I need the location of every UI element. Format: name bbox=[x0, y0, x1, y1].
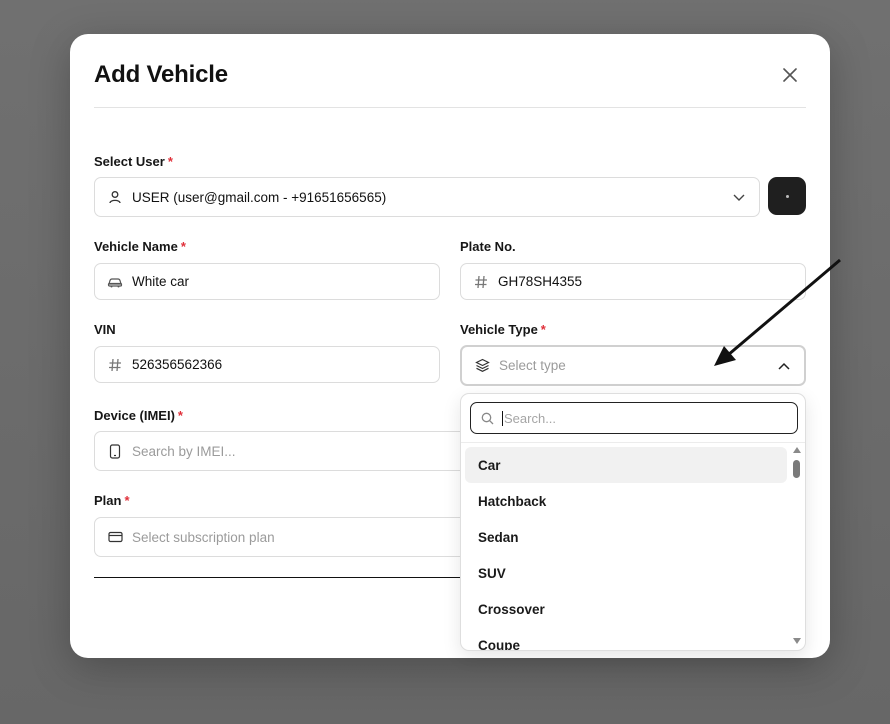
car-icon bbox=[107, 274, 123, 290]
vehicle-type-dropdown: Search... Car Hatchback Sedan SUV Crossover C… bbox=[460, 393, 806, 651]
vehicle-name-value: White car bbox=[132, 274, 190, 289]
text-caret bbox=[502, 410, 503, 426]
device-imei-input[interactable]: Search by IMEI... bbox=[94, 431, 494, 471]
vehicle-type-option[interactable]: Car bbox=[465, 447, 787, 483]
vehicle-name-input[interactable]: White car bbox=[94, 263, 440, 300]
hash-icon bbox=[107, 357, 123, 373]
vehicle-type-option[interactable]: Hatchback bbox=[465, 483, 787, 519]
plan-placeholder: Select subscription plan bbox=[132, 529, 275, 545]
vehicle-type-option[interactable]: Coupe bbox=[465, 627, 787, 651]
vehicle-type-option[interactable]: SUV bbox=[465, 555, 787, 591]
vehicle-type-option[interactable]: Sedan bbox=[465, 519, 787, 555]
dropdown-divider bbox=[461, 442, 805, 443]
vehicle-type-placeholder: Select type bbox=[499, 358, 566, 373]
close-icon bbox=[783, 68, 797, 82]
scroll-up-icon[interactable] bbox=[793, 447, 801, 453]
dot-icon bbox=[785, 194, 789, 198]
user-action-button[interactable] bbox=[768, 177, 806, 215]
annotation-arrow-icon bbox=[714, 258, 841, 366]
device-imei-placeholder: Search by IMEI... bbox=[132, 443, 236, 459]
layers-icon bbox=[474, 358, 490, 374]
plate-no-value: GH78SH4355 bbox=[498, 274, 583, 289]
dropdown-scrollbar[interactable] bbox=[791, 444, 803, 650]
vin-value: 526356562366 bbox=[132, 357, 223, 372]
plate-no-label: Plate No. bbox=[460, 239, 516, 254]
vehicle-type-option[interactable]: Crossover bbox=[465, 591, 787, 627]
vehicle-type-label: Vehicle Type * bbox=[460, 322, 546, 337]
vin-input[interactable]: 526356562366 bbox=[94, 346, 440, 383]
plan-select[interactable]: Select subscription plan bbox=[94, 517, 494, 557]
select-user-label: Select User * bbox=[94, 154, 173, 169]
scroll-down-icon[interactable] bbox=[793, 638, 801, 644]
search-icon bbox=[481, 412, 494, 424]
footer-divider bbox=[94, 577, 474, 578]
close-button[interactable] bbox=[780, 65, 800, 85]
header-divider bbox=[94, 107, 806, 108]
chevron-down-icon bbox=[733, 190, 745, 205]
vehicle-name-label: Vehicle Name * bbox=[94, 239, 186, 254]
plan-label: Plan * bbox=[94, 493, 130, 508]
user-icon bbox=[107, 189, 123, 205]
modal-title: Add Vehicle bbox=[94, 61, 228, 88]
device-imei-label: Device (IMEI) * bbox=[94, 408, 183, 423]
dropdown-search-placeholder: Search... bbox=[504, 410, 557, 426]
phone-icon bbox=[107, 443, 123, 459]
scroll-thumb[interactable] bbox=[793, 460, 800, 478]
dropdown-search-input[interactable]: Search... bbox=[470, 402, 798, 434]
credit-card-icon bbox=[107, 529, 123, 545]
hash-icon bbox=[473, 274, 489, 290]
select-user-value: USER (user@gmail.com - +91651656565) bbox=[132, 189, 387, 205]
vin-label: VIN bbox=[94, 322, 116, 337]
select-user-dropdown[interactable]: USER (user@gmail.com - +91651656565) bbox=[94, 177, 760, 217]
vehicle-type-options: Car Hatchback Sedan SUV Crossover Coupe bbox=[465, 447, 787, 651]
